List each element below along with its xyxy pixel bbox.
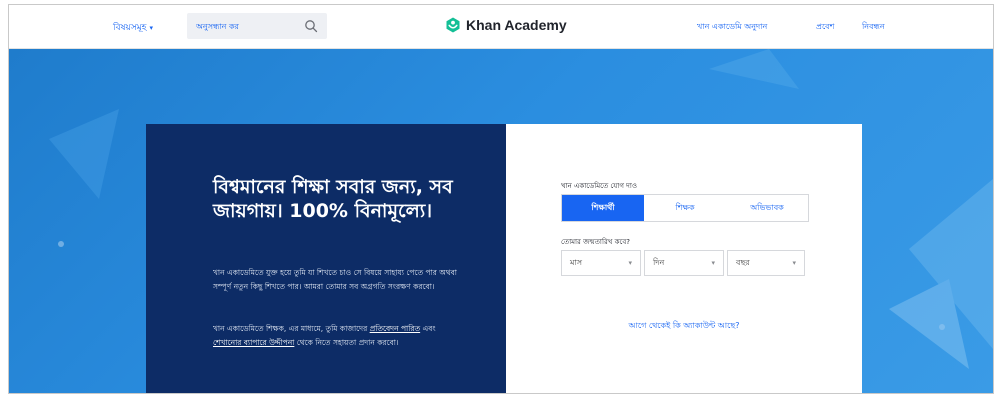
role-teacher-button[interactable]: শিক্ষক: [644, 195, 726, 221]
chevron-down-icon: ▾: [792, 259, 796, 267]
existing-account-link[interactable]: আগে থেকেই কি অ্যাকাউন্ট আছে?: [506, 320, 862, 333]
year-select-value: বছর: [736, 257, 750, 267]
hero-section: বিশ্বমানের শিক্ষা সবার জন্য, সব জায়গায়…: [9, 49, 993, 393]
intro-card: বিশ্বমানের শিক্ষা সবার জন্য, সব জায়গায়…: [146, 124, 506, 393]
top-navigation: বিষয়সমূহ ▾ Khan Academy খান একাডেমি অনু…: [9, 5, 993, 49]
login-link[interactable]: প্রবেশ: [816, 21, 834, 34]
search-input[interactable]: [187, 20, 298, 32]
join-label: খান একাডেমিতে যোগ দাও: [561, 182, 638, 190]
chevron-down-icon: ▾: [149, 23, 154, 32]
role-student-button[interactable]: শিক্ষার্থী: [562, 195, 644, 221]
teacher-text-end: থেকে নিতে সহায়তা প্রদান করবো।: [296, 337, 399, 347]
day-select-value: দিন: [653, 257, 665, 267]
signup-card: খান একাডেমিতে যোগ দাও শিক্ষার্থী শিক্ষক …: [506, 124, 862, 393]
hero-headline: বিশ্বমানের শিক্ষা সবার জন্য, সব জায়গায়…: [213, 176, 453, 222]
teacher-text-mid: এবং: [422, 324, 436, 333]
chevron-down-icon: ▾: [628, 259, 632, 267]
brand-name: Khan Academy: [466, 17, 567, 33]
search-icon[interactable]: [304, 19, 318, 33]
signup-link[interactable]: নিবন্ধন: [862, 21, 885, 34]
role-selector: শিক্ষার্থী শিক্ষক অভিভাবক: [561, 194, 809, 222]
role-parent-button[interactable]: অভিভাবক: [726, 195, 808, 221]
month-select-value: মাস: [570, 257, 583, 267]
day-select[interactable]: দিন ▾: [644, 250, 724, 276]
month-select[interactable]: মাস ▾: [561, 250, 641, 276]
year-select[interactable]: বছর ▾: [727, 250, 805, 276]
dob-label: তোমার জন্মতারিখ কবে?: [561, 238, 630, 246]
motivation-link[interactable]: শেখানোর ব্যাপারে উদ্দীপনা: [213, 338, 294, 347]
subjects-label: বিষয়সমূহ: [113, 23, 147, 33]
search-box: [187, 13, 327, 39]
subjects-menu[interactable]: বিষয়সমূহ ▾: [113, 20, 153, 35]
teacher-paragraph: খান একাডেমিতে শিক্ষক, এর মাধ্যমে, তুমি ক…: [213, 322, 463, 349]
browser-viewport: বিষয়সমূহ ▾ Khan Academy খান একাডেমি অনু…: [8, 4, 994, 394]
donate-link[interactable]: খান একাডেমি অনুদান: [697, 21, 767, 34]
reports-link[interactable]: প্রতিবেদন পারিত: [370, 324, 421, 333]
dob-selectors: মাস ▾ দিন ▾ বছর ▾: [561, 250, 805, 276]
khan-academy-logo-icon: [446, 17, 460, 33]
teacher-text-start: খান একাডেমিতে শিক্ষক, এর মাধ্যমে, তুমি ক…: [213, 324, 370, 333]
intro-paragraph: খান একাডেমিতে যুক্ত হয়ে তুমি যা শিখতে চ…: [213, 268, 457, 291]
chevron-down-icon: ▾: [711, 259, 715, 267]
brand-logo[interactable]: Khan Academy: [445, 17, 567, 33]
